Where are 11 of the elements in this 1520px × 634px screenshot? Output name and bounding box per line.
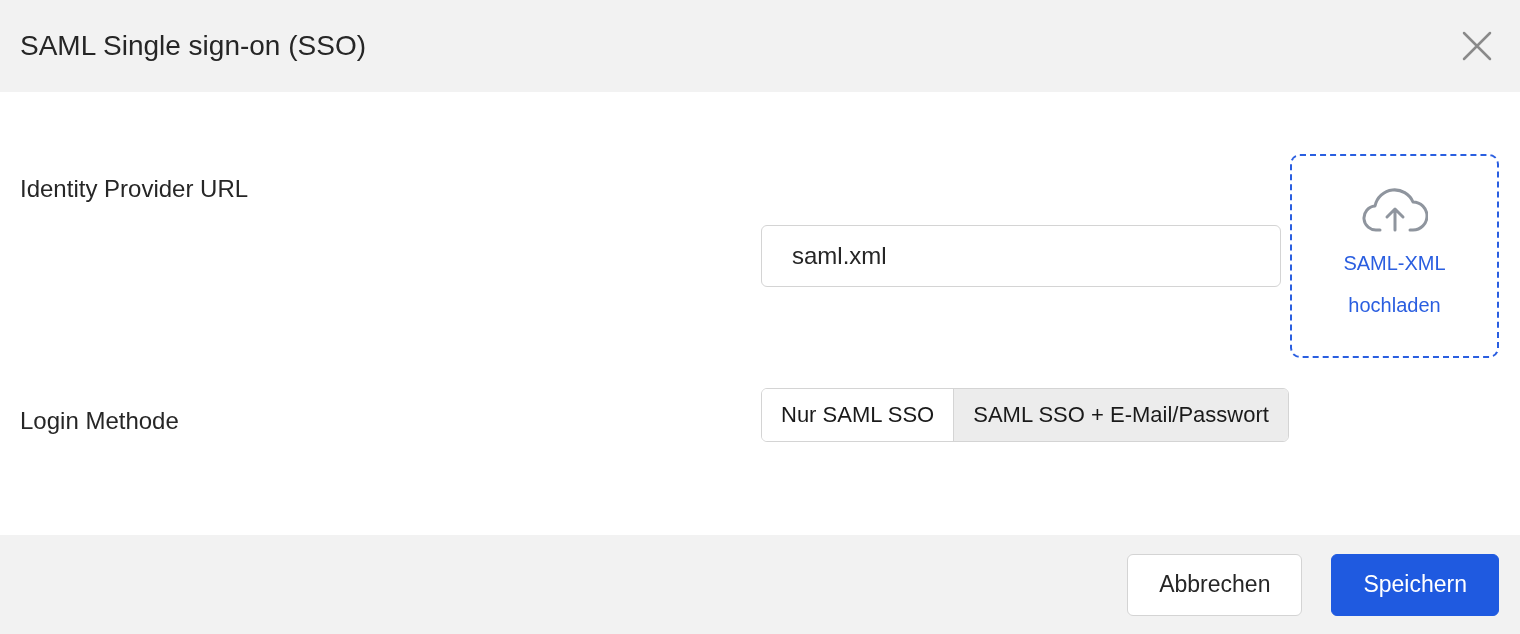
cloud-upload-icon xyxy=(1361,186,1428,234)
input-field[interactable]: saml.xml xyxy=(761,225,1281,287)
close-button[interactable] xyxy=(1460,29,1494,63)
cancel-button[interactable]: Abbrechen xyxy=(1127,553,1303,616)
field-label: Identity Provider URL xyxy=(20,174,250,204)
field-label: Login Methode xyxy=(20,406,180,436)
upload-button[interactable]: SAML-XML hochladen xyxy=(1290,154,1499,358)
save-button[interactable]: Speichern xyxy=(1331,553,1499,616)
segment-option[interactable]: SAML SSO + E-Mail/Passwort xyxy=(953,389,1288,441)
dialog-title: SAML Single sign-on (SSO) xyxy=(20,30,366,62)
close-icon xyxy=(1462,31,1492,61)
